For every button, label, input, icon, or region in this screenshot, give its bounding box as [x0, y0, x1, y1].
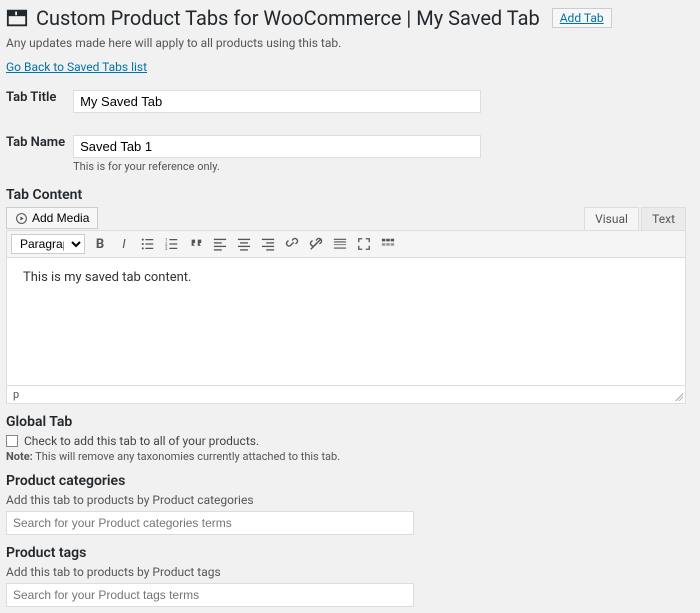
tab-name-help: This is for your reference only. — [73, 160, 481, 173]
editor-path: p — [13, 388, 19, 401]
page-title-text: Custom Product Tabs for WooCommerce | My… — [36, 6, 540, 30]
tabs-icon — [6, 7, 28, 29]
bullet-list-button[interactable] — [139, 235, 157, 253]
product-tags-search[interactable] — [6, 583, 414, 607]
fullscreen-button[interactable] — [355, 235, 373, 253]
tab-content-heading: Tab Content — [6, 187, 694, 203]
editor-status-bar: p — [6, 386, 686, 404]
italic-button[interactable]: I — [115, 235, 133, 253]
numbered-list-button[interactable]: 123 — [163, 235, 181, 253]
link-button[interactable] — [283, 235, 301, 253]
resize-handle[interactable] — [675, 393, 683, 401]
editor-tab-visual[interactable]: Visual — [584, 207, 639, 230]
content-editor[interactable]: This is my saved tab content. — [6, 258, 686, 386]
tab-name-label: Tab Name — [6, 131, 73, 177]
blockquote-button[interactable] — [187, 235, 205, 253]
bold-button[interactable]: B — [91, 235, 109, 253]
align-center-button[interactable] — [235, 235, 253, 253]
add-media-button[interactable]: Add Media — [6, 207, 98, 229]
global-tab-checkbox-label: Check to add this tab to all of your pro… — [24, 434, 259, 448]
tab-title-label: Tab Title — [6, 86, 73, 117]
media-icon — [15, 212, 28, 225]
align-left-button[interactable] — [211, 235, 229, 253]
product-categories-desc: Add this tab to products by Product cate… — [6, 493, 694, 507]
add-media-label: Add Media — [32, 211, 89, 225]
svg-text:3: 3 — [165, 247, 168, 251]
format-select[interactable]: Paragraph — [11, 234, 85, 254]
insert-more-button[interactable] — [331, 235, 349, 253]
page-title: Custom Product Tabs for WooCommerce | My… — [6, 6, 694, 30]
tab-title-input[interactable] — [73, 90, 481, 113]
product-categories-heading: Product categories — [6, 473, 694, 489]
update-notice: Any updates made here will apply to all … — [6, 36, 694, 50]
global-tab-checkbox[interactable] — [6, 435, 18, 447]
editor-tab-text[interactable]: Text — [641, 207, 686, 230]
back-link[interactable]: Go Back to Saved Tabs list — [6, 60, 147, 74]
editor-toolbar: Paragraph B I 123 — [6, 230, 686, 258]
global-tab-heading: Global Tab — [6, 414, 694, 430]
product-tags-heading: Product tags — [6, 545, 694, 561]
global-tab-note: Note: This will remove any taxonomies cu… — [6, 450, 694, 463]
product-tags-desc: Add this tab to products by Product tags — [6, 565, 694, 579]
toolbar-toggle-button[interactable] — [379, 235, 397, 253]
add-tab-button[interactable]: Add Tab — [552, 8, 612, 28]
product-categories-search[interactable] — [6, 511, 414, 535]
tab-name-input[interactable] — [73, 135, 481, 158]
align-right-button[interactable] — [259, 235, 277, 253]
unlink-button[interactable] — [307, 235, 325, 253]
